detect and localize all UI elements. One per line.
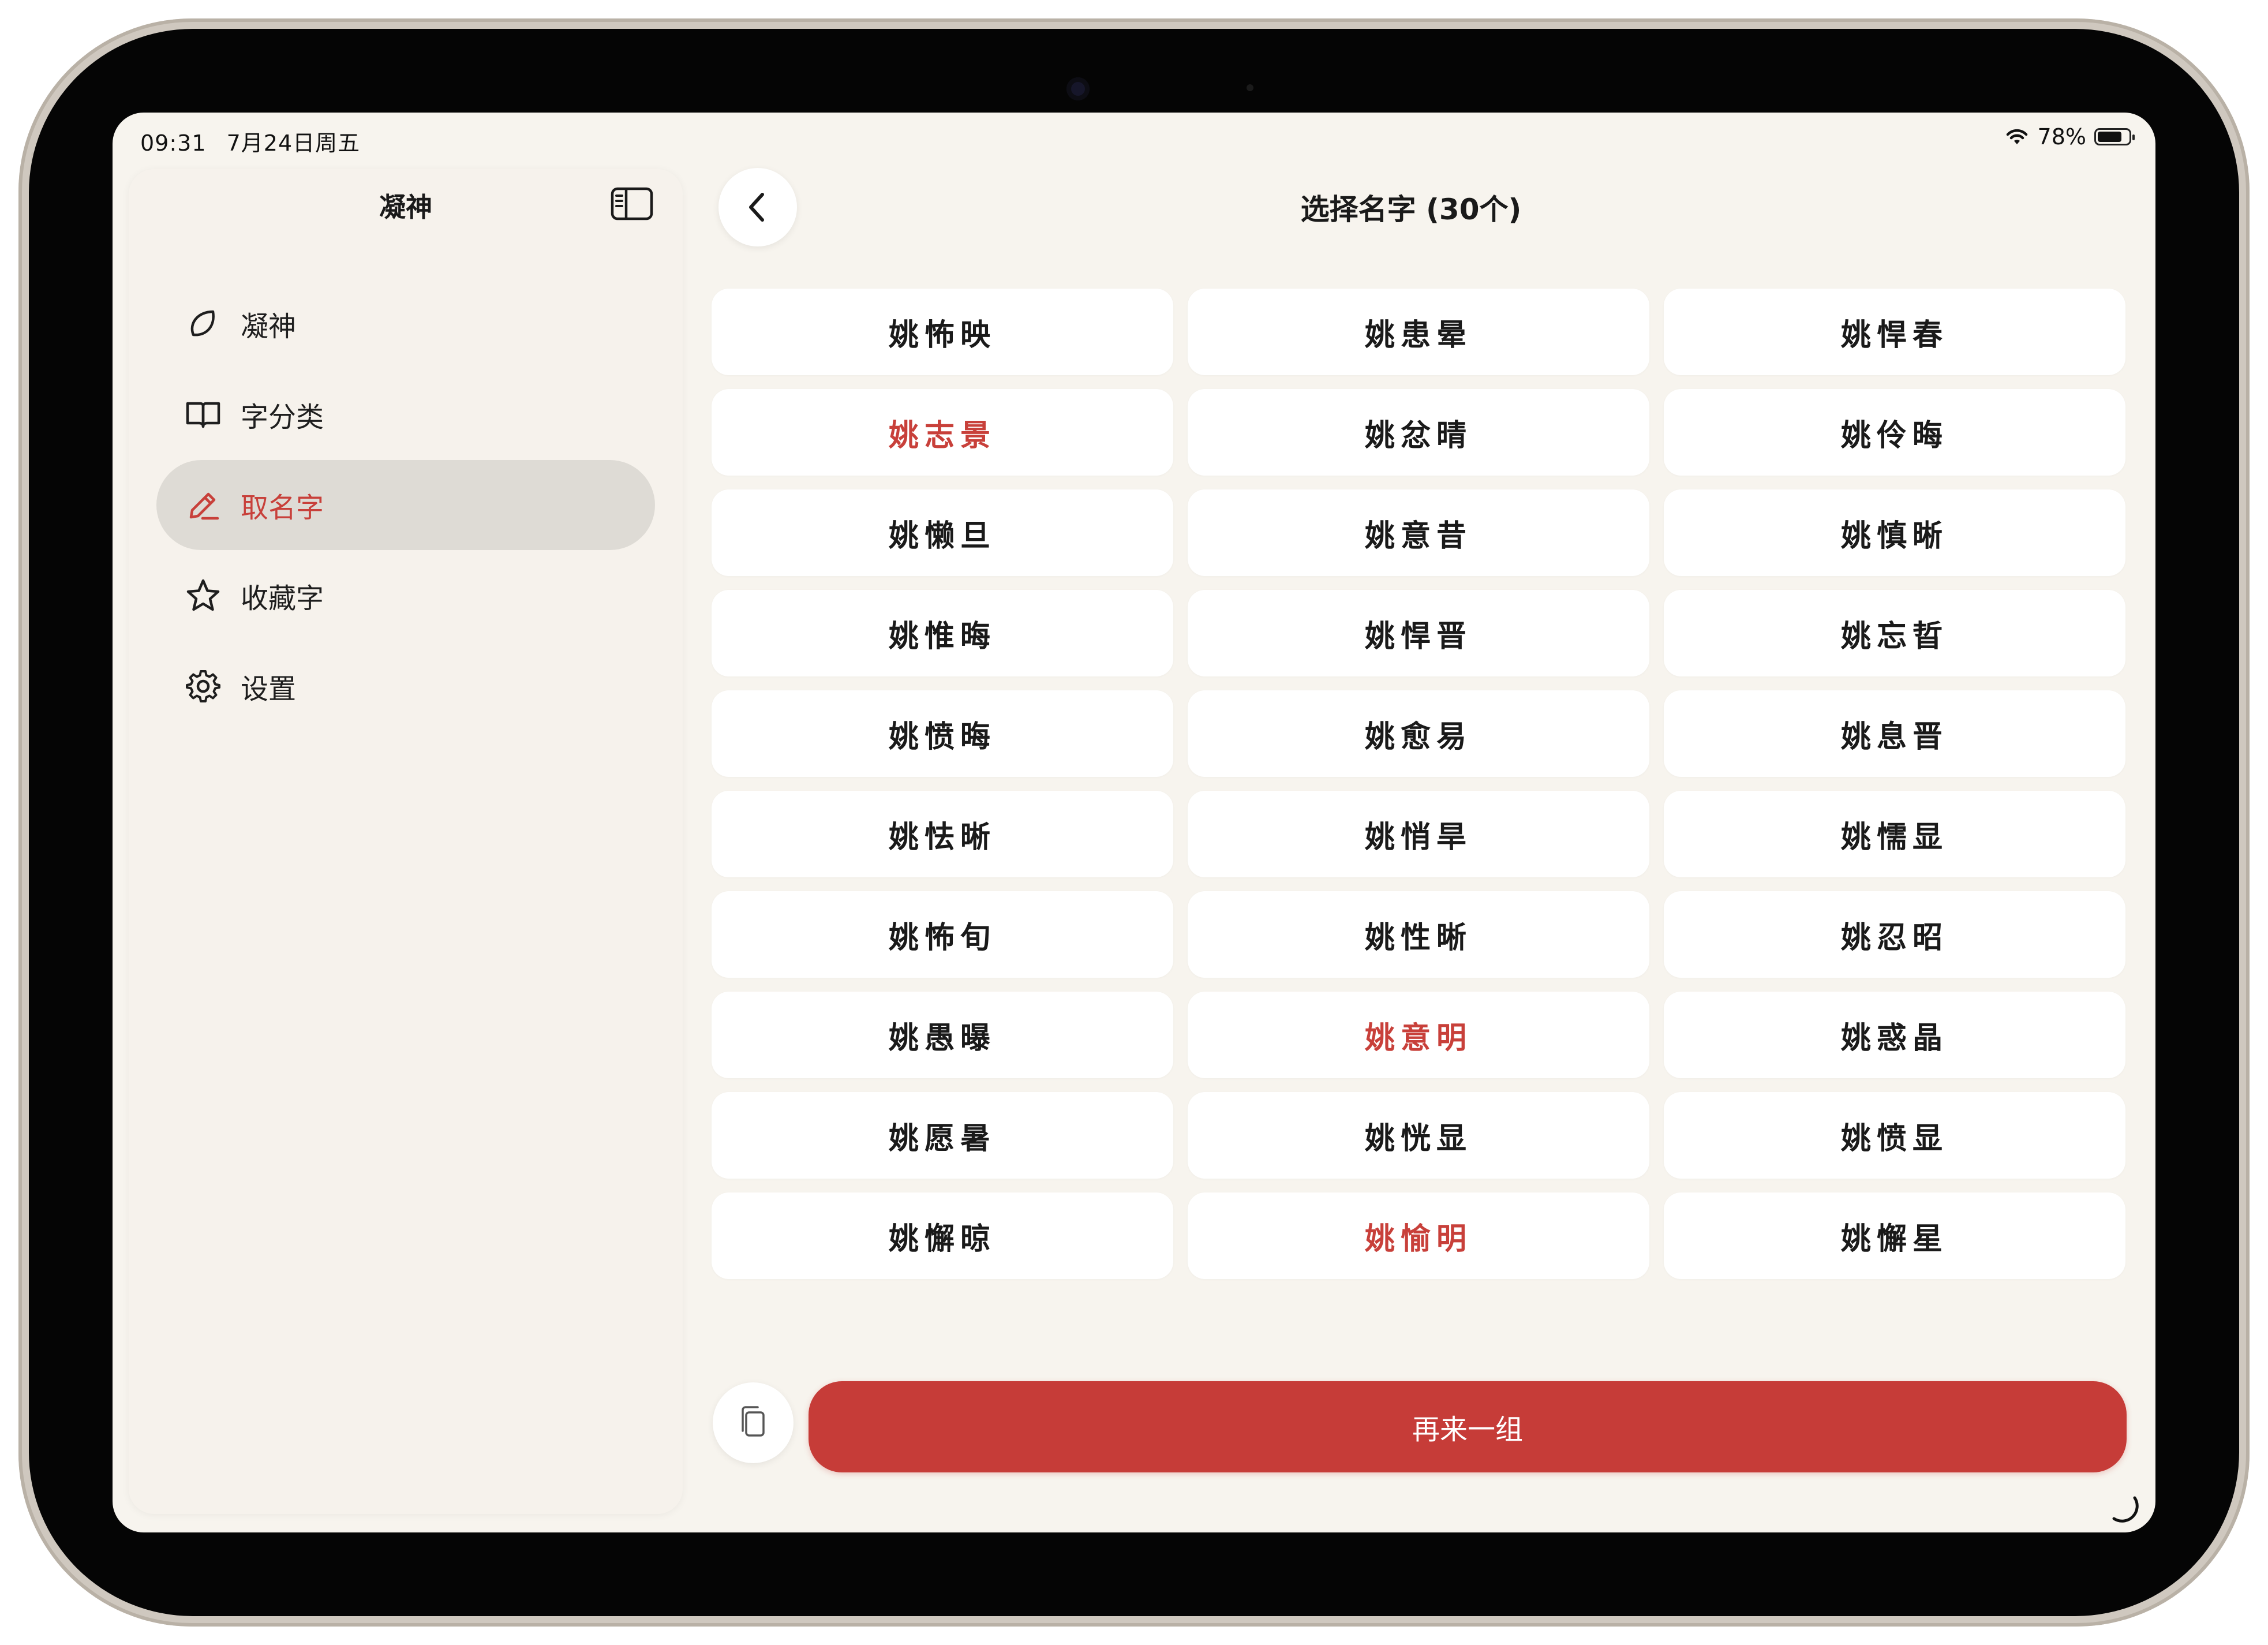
sidebar-toggle-icon[interactable]	[610, 186, 654, 221]
name-option[interactable]: 姚愿暑	[712, 1092, 1173, 1179]
name-option[interactable]: 姚懦显	[1664, 791, 2125, 877]
name-option[interactable]: 姚愤晦	[712, 690, 1173, 777]
name-option[interactable]: 姚怖映	[712, 289, 1173, 375]
name-option[interactable]: 姚性晰	[1188, 891, 1649, 978]
name-option[interactable]: 姚怖旬	[712, 891, 1173, 978]
screen: 09:31 7月24日周五 78% 凝神 凝神 字分类 取名字 收藏字 设置 选…	[113, 113, 2155, 1532]
name-option[interactable]: 姚懒旦	[712, 489, 1173, 576]
sidebar-item-label: 取名字	[241, 492, 324, 524]
name-option[interactable]: 姚怯晰	[712, 791, 1173, 877]
battery-icon	[2094, 128, 2135, 145]
name-option[interactable]: 姚慎晰	[1664, 489, 2125, 576]
generate-again-button[interactable]: 再来一组	[809, 1381, 2127, 1472]
loading-indicator-icon	[2112, 1496, 2139, 1523]
sidebar-item-favorites[interactable]: 收藏字	[156, 551, 655, 641]
gear-icon	[185, 668, 221, 704]
sensor	[1247, 84, 1253, 91]
leaf-icon	[185, 306, 221, 342]
sidebar: 凝神 凝神 字分类 取名字 收藏字 设置	[129, 169, 683, 1514]
name-option[interactable]: 姚悍晋	[1188, 590, 1649, 676]
name-option[interactable]: 姚愤显	[1664, 1092, 2125, 1179]
name-option[interactable]: 姚惟晦	[712, 590, 1173, 676]
name-option[interactable]: 姚伶晦	[1664, 389, 2125, 476]
battery-percent: 78%	[2037, 124, 2086, 149]
sidebar-item-label: 收藏字	[241, 582, 324, 615]
sidebar-nav: 凝神 字分类 取名字 收藏字 设置	[156, 279, 655, 732]
status-time: 09:31	[140, 130, 207, 156]
star-icon	[185, 578, 221, 614]
name-option[interactable]: 姚惑晶	[1664, 992, 2125, 1078]
name-option[interactable]: 姚意昔	[1188, 489, 1649, 576]
name-option[interactable]: 姚愚曝	[712, 992, 1173, 1078]
back-button[interactable]	[718, 168, 797, 246]
name-option[interactable]: 姚志景	[712, 389, 1173, 476]
name-option[interactable]: 姚患晕	[1188, 289, 1649, 375]
copy-button[interactable]	[713, 1382, 794, 1463]
sidebar-item-naming[interactable]: 取名字	[156, 460, 655, 550]
name-option[interactable]: 姚愉明	[1188, 1192, 1649, 1279]
page-title: 选择名字 (30个)	[1300, 193, 1522, 226]
status-bar-left: 09:31 7月24日周五	[140, 125, 373, 157]
sidebar-item-categories[interactable]: 字分类	[156, 369, 655, 459]
name-option[interactable]: 姚忍昭	[1664, 891, 2125, 978]
name-option[interactable]: 姚恍显	[1188, 1092, 1649, 1179]
chevron-left-icon	[749, 193, 764, 222]
copy-icon	[742, 1406, 765, 1437]
camera	[1066, 77, 1090, 100]
status-date: 7月24日周五	[226, 130, 361, 156]
sidebar-item-label: 字分类	[241, 401, 324, 433]
status-bar-right: 78%	[2004, 124, 2135, 149]
name-option[interactable]: 姚意明	[1188, 992, 1649, 1078]
sidebar-item-settings[interactable]: 设置	[156, 641, 655, 731]
book-icon	[185, 397, 221, 432]
sidebar-item-label: 凝神	[241, 311, 297, 343]
name-option[interactable]: 姚悄旱	[1188, 791, 1649, 877]
sidebar-item-label: 设置	[241, 673, 297, 705]
name-option[interactable]: 姚懈晾	[712, 1192, 1173, 1279]
name-option[interactable]: 姚息晋	[1664, 690, 2125, 777]
name-option[interactable]: 姚悍春	[1664, 289, 2125, 375]
wifi-icon	[2006, 129, 2027, 144]
name-option[interactable]: 姚忿晴	[1188, 389, 1649, 476]
name-grid: 姚怖映 姚患晕 姚悍春 姚志景 姚忿晴 姚伶晦 姚懒旦 姚意昔 姚慎晰 姚惟晦 姚悍晋 姚忘晢 姚愤晦姚…	[712, 289, 2131, 1279]
name-option[interactable]: 姚愈易	[1188, 690, 1649, 777]
name-option[interactable]: 姚懈星	[1664, 1192, 2125, 1279]
sidebar-item-ningshen[interactable]: 凝神	[156, 279, 655, 369]
name-option[interactable]: 姚忘晢	[1664, 590, 2125, 676]
sidebar-title: 凝神	[379, 192, 432, 223]
pencil-icon	[185, 487, 221, 523]
